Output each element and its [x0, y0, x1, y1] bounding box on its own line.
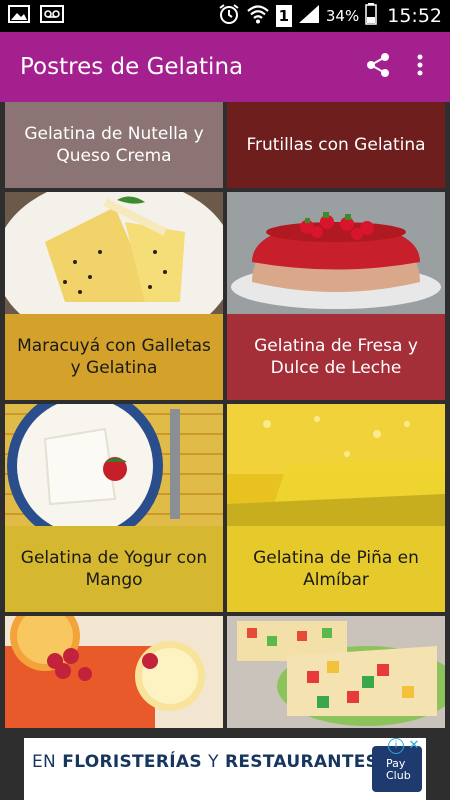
recipe-title-box: Gelatina de Yogur con Mango — [5, 526, 223, 612]
recipe-title: Gelatina de Piña en Almíbar — [253, 548, 419, 590]
overflow-menu-button[interactable] — [410, 47, 430, 87]
recipe-title-box: Gelatina de Piña en Almíbar — [227, 526, 445, 612]
recipe-card[interactable]: Gelatina de Fresa y Dulce de Leche — [227, 192, 445, 400]
voicemail-icon — [40, 5, 64, 27]
recipe-card[interactable]: Gelatina de Yogur con Mango — [5, 404, 223, 612]
status-bar: 1 34% 15:52 — [0, 0, 450, 32]
battery-icon — [365, 3, 377, 29]
recipe-title: Maracuyá con Galletas y Gelatina — [17, 336, 211, 378]
recipe-card[interactable] — [5, 616, 223, 728]
share-button[interactable] — [358, 47, 398, 87]
recipe-image — [227, 616, 445, 728]
recipe-title-box: Frutillas con Gelatina — [227, 102, 445, 188]
sim-icon: 1 — [275, 5, 292, 27]
more-vert-icon — [417, 54, 423, 80]
recipe-title: Gelatina de Fresa y Dulce de Leche — [254, 336, 418, 378]
recipe-card[interactable] — [227, 616, 445, 728]
recipe-image — [5, 404, 223, 526]
ad-banner[interactable]: EN FLORISTERÍAS Y RESTAURANTES Pay Club … — [0, 728, 450, 800]
recipe-title: Gelatina de Nutella y Queso Crema — [24, 124, 204, 166]
recipe-card[interactable]: Maracuyá con Galletas y Gelatina — [5, 192, 223, 400]
recipe-title-box: Gelatina de Nutella y Queso Crema — [5, 102, 223, 188]
gallery-icon — [8, 5, 30, 27]
app-bar: Postres de Gelatina — [0, 32, 450, 102]
ad-close-icon[interactable]: ✕ — [406, 738, 422, 754]
ad-headline: EN FLORISTERÍAS Y RESTAURANTES — [32, 752, 379, 772]
recipe-title: Frutillas con Gelatina — [246, 135, 426, 155]
recipe-card[interactable]: Frutillas con Gelatina — [227, 102, 445, 188]
recipe-card[interactable]: Gelatina de Piña en Almíbar — [227, 404, 445, 612]
recipe-image — [227, 192, 445, 314]
alarm-icon — [218, 3, 240, 29]
recipe-title: Gelatina de Yogur con Mango — [20, 548, 208, 590]
wifi-icon — [246, 4, 270, 28]
recipe-title-box: Gelatina de Fresa y Dulce de Leche — [227, 314, 445, 400]
recipe-title-box: Maracuyá con Galletas y Gelatina — [5, 314, 223, 400]
ad-creative[interactable]: EN FLORISTERÍAS Y RESTAURANTES Pay Club … — [24, 738, 426, 800]
ad-info-icon[interactable]: i — [388, 738, 404, 754]
share-icon — [365, 52, 391, 82]
clock: 15:52 — [387, 5, 442, 27]
recipe-image — [5, 192, 223, 314]
signal-icon — [298, 4, 320, 28]
recipe-card[interactable]: Gelatina de Nutella y Queso Crema — [5, 102, 223, 188]
battery-percent: 34% — [325, 7, 360, 25]
recipe-image — [5, 616, 223, 728]
recipe-grid: Gelatina de Nutella y Queso Crema Frutil… — [0, 102, 450, 728]
app-title: Postres de Gelatina — [20, 54, 244, 80]
recipe-image — [227, 404, 445, 526]
